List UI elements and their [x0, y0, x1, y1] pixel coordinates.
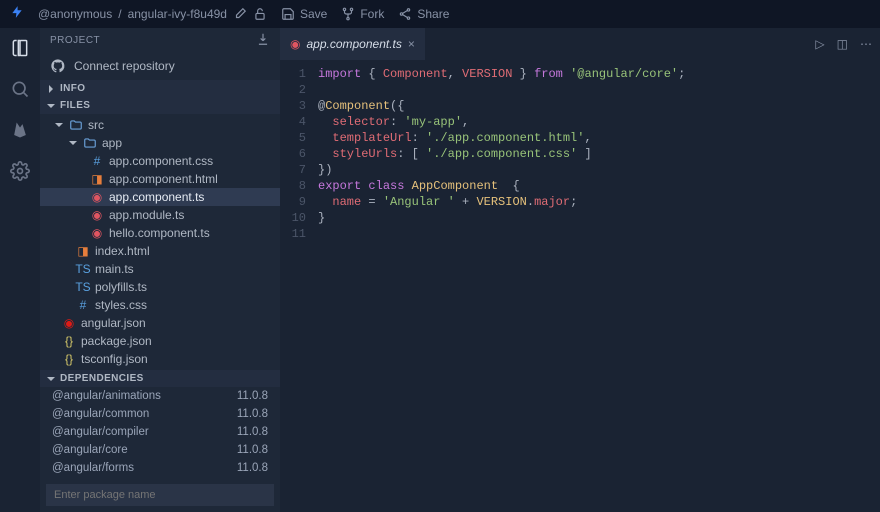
dep-row[interactable]: @angular/core11.0.8 [40, 441, 280, 459]
file-index[interactable]: ◨index.html [40, 242, 280, 260]
file-app-html[interactable]: ◨app.component.html [40, 170, 280, 188]
folder-icon [83, 136, 97, 150]
json-icon: {} [62, 334, 76, 348]
angular-icon: ◉ [290, 37, 300, 51]
dep-row[interactable]: @angular/platform-browser11.0.8 [40, 477, 280, 478]
connect-repo-button[interactable]: Connect repository [40, 52, 280, 80]
angular-icon: ◉ [90, 190, 104, 204]
run-icon[interactable]: ▷ [815, 37, 824, 51]
info-section-header[interactable]: INFO [40, 80, 280, 97]
dep-row[interactable]: @angular/compiler11.0.8 [40, 423, 280, 441]
file-angular-json[interactable]: ◉angular.json [40, 314, 280, 332]
line-gutter: 1234567891011 [280, 60, 314, 512]
package-input[interactable] [46, 484, 274, 506]
editor-area: ◉ app.component.ts × ▷ ◫ ⋯ 1234567891011… [280, 28, 880, 512]
file-app-css[interactable]: #app.component.css [40, 152, 280, 170]
download-icon[interactable] [256, 32, 270, 49]
file-app-module[interactable]: ◉app.module.ts [40, 206, 280, 224]
file-package-json[interactable]: {}package.json [40, 332, 280, 350]
owner-label: @anonymous [38, 7, 112, 21]
angular-icon: ◉ [90, 226, 104, 240]
file-main[interactable]: TSmain.ts [40, 260, 280, 278]
folder-icon [69, 118, 83, 132]
file-app-ts[interactable]: ◉app.component.ts [40, 188, 280, 206]
dep-row[interactable]: @angular/animations11.0.8 [40, 387, 280, 405]
file-styles[interactable]: #styles.css [40, 296, 280, 314]
top-bar: @anonymous / angular-ivy-f8u49d Save For… [0, 0, 880, 28]
tab-app-component[interactable]: ◉ app.component.ts × [280, 28, 425, 60]
angular-icon: ◉ [90, 208, 104, 222]
dep-row[interactable]: @angular/common11.0.8 [40, 405, 280, 423]
logo-icon [10, 5, 24, 24]
dependencies-list: @angular/animations11.0.8@angular/common… [40, 387, 280, 478]
panel-title: PROJECT [40, 28, 280, 52]
json-icon: {} [62, 352, 76, 366]
file-tsconfig-json[interactable]: {}tsconfig.json [40, 350, 280, 368]
file-tree: src app #app.component.css ◨app.componen… [40, 114, 280, 370]
more-icon[interactable]: ⋯ [860, 37, 872, 51]
file-hello[interactable]: ◉hello.component.ts [40, 224, 280, 242]
sidebar: PROJECT Connect repository INFO FILES sr… [40, 28, 280, 512]
folder-src[interactable]: src [40, 116, 280, 134]
firebase-icon[interactable] [10, 120, 30, 143]
split-icon[interactable]: ◫ [837, 37, 848, 51]
dep-row[interactable]: @angular/forms11.0.8 [40, 459, 280, 477]
html-icon: ◨ [76, 244, 90, 258]
search-icon[interactable] [10, 79, 30, 102]
file-polyfills[interactable]: TSpolyfills.ts [40, 278, 280, 296]
angular-icon: ◉ [62, 316, 76, 330]
html-icon: ◨ [90, 172, 104, 186]
save-button[interactable]: Save [281, 7, 327, 21]
ts-icon: TS [76, 262, 90, 276]
files-section-header[interactable]: FILES [40, 97, 280, 114]
deps-section-header[interactable]: DEPENDENCIES [40, 370, 280, 387]
tab-bar: ◉ app.component.ts × ▷ ◫ ⋯ [280, 28, 880, 60]
code-lines[interactable]: import { Component, VERSION } from '@ang… [314, 60, 685, 512]
share-button[interactable]: Share [398, 7, 449, 21]
files-icon[interactable] [10, 38, 30, 61]
fork-button[interactable]: Fork [341, 7, 384, 21]
project-name[interactable]: angular-ivy-f8u49d [128, 7, 227, 21]
lock-icon[interactable] [253, 7, 267, 21]
folder-app[interactable]: app [40, 134, 280, 152]
breadcrumb: @anonymous / angular-ivy-f8u49d [38, 7, 267, 21]
css-icon: # [90, 154, 104, 168]
ts-icon: TS [76, 280, 90, 294]
activity-bar [0, 28, 40, 512]
css-icon: # [76, 298, 90, 312]
settings-icon[interactable] [10, 161, 30, 184]
close-icon[interactable]: × [408, 37, 415, 51]
code-editor[interactable]: 1234567891011 import { Component, VERSIO… [280, 60, 880, 512]
edit-icon[interactable] [233, 7, 247, 21]
